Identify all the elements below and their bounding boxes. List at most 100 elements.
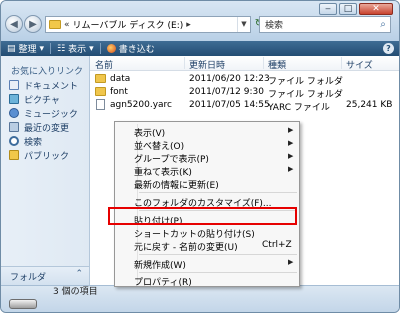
item-count: 3 個の項目 [53,287,98,297]
menu-separator [139,272,297,273]
chevron-up-icon: ⌃ [75,269,83,279]
file-size: 25,241 KB [346,100,393,110]
menu-item-sort[interactable]: 並べ替え(O) ▶ [115,138,299,152]
command-bar: ▤ 整理 ▾ ☷ 表示 ▾ 書き込む ? [1,41,399,56]
column-date[interactable]: 更新日時 [189,58,225,71]
submenu-arrow-icon: ▶ [288,165,294,173]
views-icon: ☷ [57,43,66,54]
menu-item-properties[interactable]: プロパティ(R) [115,274,299,288]
details-pane: 3 個の項目 [1,285,399,312]
menu-item-group[interactable]: グループで表示(P) ▶ [115,151,299,165]
toolbar-divider [50,43,52,54]
menu-item-label: 元に戻す - 名前の変更(U) [134,243,238,253]
menu-item-label: プロパティ(R) [134,278,192,288]
file-type: YARC ファイル [268,103,330,113]
search-icon[interactable]: ⌕ [376,19,390,30]
sidebar-item-music[interactable]: ミュージック [9,106,78,120]
search-icon [9,136,19,146]
search-placeholder: 検索 [265,21,284,31]
sidebar-item-label: パブリック [24,151,70,162]
minimize-button[interactable]: ‒ [319,3,337,15]
sidebar-item-public[interactable]: パブリック [9,148,78,162]
submenu-arrow-icon: ▶ [288,258,294,266]
submenu-arrow-icon: ▶ [288,152,294,160]
maximize-button[interactable]: □ [339,3,357,15]
sidebar-item-label: ドキュメント [24,81,79,92]
address-bar[interactable]: « リムーバブル ディスク (E:) ▸ ▼ [45,16,251,33]
pictures-icon [9,94,19,104]
music-icon [9,108,19,118]
menu-item-paste-shortcut[interactable]: ショートカットの貼り付け(S) [115,226,299,240]
menu-item-label: 最新の情報に更新(E) [134,181,219,191]
file-name: agn5200.yarc [110,100,172,110]
forward-arrow-icon: ▶ [29,19,37,30]
favorite-links: ドキュメント ピクチャ ミュージック 最近の変更 検索 パブリック [9,78,78,162]
column-divider[interactable] [263,57,264,69]
submenu-arrow-icon: ▶ [288,139,294,147]
file-name: font [110,87,128,97]
column-header: 名前 更新日時 種類 サイズ [90,56,399,71]
column-size[interactable]: サイズ [346,58,373,71]
sidebar-item-recent[interactable]: 最近の変更 [9,120,78,134]
chevron-down-icon: ▾ [89,43,94,54]
back-button[interactable]: ◀ [5,15,23,33]
column-type[interactable]: 種類 [268,58,286,71]
folders-label: フォルダ [10,273,47,283]
menu-separator [139,192,297,193]
table-row[interactable]: font 2011/07/12 9:30 ファイル フォルダ [90,85,399,100]
burn-button[interactable]: 書き込む [106,42,155,55]
organize-button[interactable]: ▤ 整理 ▾ [7,42,45,56]
column-divider[interactable] [184,57,185,69]
public-icon [9,150,19,160]
sidebar-item-search[interactable]: 検索 [9,134,78,148]
menu-item-undo[interactable]: 元に戻す - 名前の変更(U) Ctrl+Z [115,239,299,253]
address-prefix[interactable]: « [64,20,70,30]
highlight-box [108,207,297,225]
back-arrow-icon: ◀ [10,19,18,30]
drive-folder-icon [49,20,61,29]
sidebar-item-label: ミュージック [24,109,78,120]
column-divider[interactable] [341,57,342,69]
address-path[interactable]: リムーバブル ディスク (E:) [73,18,184,31]
documents-icon [9,80,19,90]
title-bar: ‒ □ ✕ ◀ ▶ « リムーバブル ディスク (E:) ▸ ▼ ↻ 検索 ⌕ [1,1,399,41]
organize-label: 整理 [18,45,37,55]
views-button[interactable]: ☷ 表示 ▾ [57,42,94,56]
menu-item-stack[interactable]: 重ねて表示(K) ▶ [115,164,299,178]
organize-icon: ▤ [7,43,16,54]
removable-drive-icon [9,299,37,309]
folder-icon [95,87,106,96]
menu-item-new[interactable]: 新規作成(W) ▶ [115,257,299,271]
search-input[interactable]: 検索 ⌕ [259,16,391,33]
address-dropdown-icon[interactable]: ▼ [237,17,250,32]
folders-toggle[interactable]: フォルダ ⌃ [1,266,89,285]
submenu-arrow-icon: ▶ [288,126,294,134]
address-chevron-icon[interactable]: ▸ [186,20,191,30]
help-icon[interactable]: ? [383,43,394,54]
navigation-pane: お気に入りリンク ドキュメント ピクチャ ミュージック 最近の変更 検索 パブリ… [1,56,90,285]
file-date: 2011/06/20 12:23 [189,74,270,84]
column-name[interactable]: 名前 [95,58,113,71]
burn-disc-icon [106,44,116,53]
chevron-down-icon: ▾ [39,43,45,54]
toolbar-divider [99,43,101,54]
menu-item-view[interactable]: 表示(V) ▶ [115,125,299,139]
sidebar-item-documents[interactable]: ドキュメント [9,78,78,92]
sidebar-item-label: 最近の変更 [24,123,70,134]
menu-item-refresh[interactable]: 最新の情報に更新(E) [115,177,299,191]
forward-button[interactable]: ▶ [24,15,42,33]
table-row[interactable]: data 2011/06/20 12:23 ファイル フォルダ [90,72,399,87]
file-icon [96,99,105,110]
file-date: 2011/07/05 14:55 [189,100,270,110]
sidebar-item-label: ピクチャ [24,95,60,106]
close-button[interactable]: ✕ [359,3,393,15]
menu-item-label: 新規作成(W) [134,261,186,271]
views-label: 表示 [68,45,87,55]
sidebar-item-pictures[interactable]: ピクチャ [9,92,78,106]
menu-item-shortcut: Ctrl+Z [262,240,292,250]
context-menu: 表示(V) ▶ 並べ替え(O) ▶ グループで表示(P) ▶ 重ねて表示(K) … [114,121,300,288]
window-controls: ‒ □ ✕ [319,3,393,15]
burn-label: 書き込む [118,45,155,55]
table-row[interactable]: agn5200.yarc 2011/07/05 14:55 YARC ファイル … [90,98,399,113]
file-name: data [110,74,131,84]
